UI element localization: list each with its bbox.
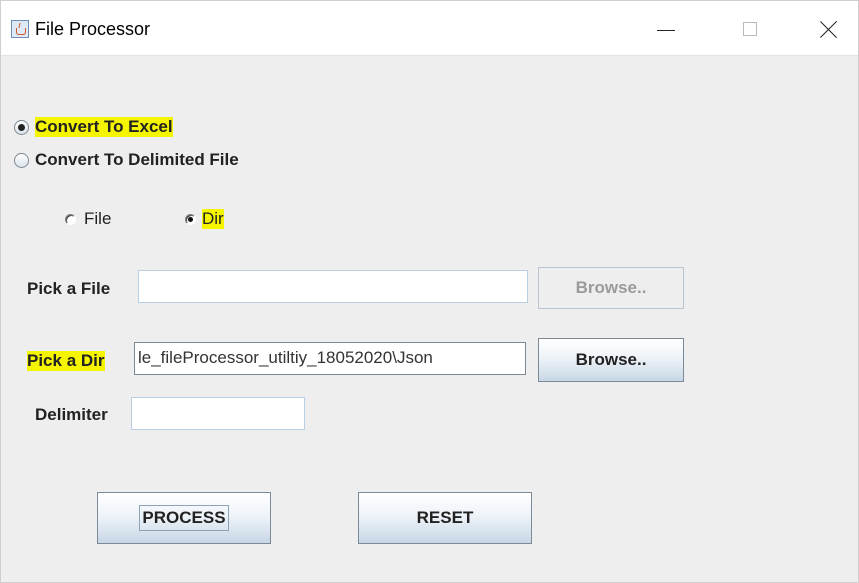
title-bar[interactable]: File Processor	[1, 1, 858, 56]
radio-dir[interactable]: Dir	[185, 209, 224, 229]
file-processor-window: File Processor Convert To Excel Convert …	[0, 0, 859, 583]
radio-convert-to-delimited[interactable]: Convert To Delimited File	[14, 150, 239, 170]
pick-file-label: Pick a File	[27, 279, 111, 298]
radio-dir-label: Dir	[202, 209, 224, 229]
close-button[interactable]	[806, 11, 852, 47]
radio-button-unchecked[interactable]	[14, 152, 29, 168]
delimiter-label: Delimiter	[35, 405, 108, 424]
window-title: File Processor	[35, 19, 151, 39]
close-icon	[820, 20, 838, 38]
maximize-icon	[743, 22, 757, 36]
radio-button-checked[interactable]	[185, 213, 196, 225]
java-cup-icon	[11, 20, 29, 38]
pick-file-input[interactable]	[138, 270, 528, 303]
radio-file[interactable]: File	[65, 209, 111, 229]
pick-dir-label: Pick a Dir	[27, 351, 105, 371]
pick-file-browse-button[interactable]: Browse..	[538, 267, 684, 309]
minimize-icon	[657, 29, 675, 31]
radio-button-checked[interactable]	[14, 119, 29, 135]
pick-dir-browse-button[interactable]: Browse..	[538, 338, 684, 382]
process-button-label: PROCESS	[139, 505, 229, 531]
radio-convert-to-excel-label: Convert To Excel	[35, 117, 173, 137]
delimiter-input[interactable]	[131, 397, 305, 430]
radio-file-label: File	[84, 209, 112, 228]
minimize-button[interactable]	[643, 11, 689, 47]
radio-convert-to-excel[interactable]: Convert To Excel	[14, 117, 173, 137]
pick-dir-input[interactable]: le_fileProcessor_utiltiy_18052020\Json	[134, 342, 526, 375]
radio-convert-to-delimited-label: Convert To Delimited File	[35, 150, 239, 169]
maximize-button[interactable]	[727, 11, 773, 47]
process-button[interactable]: PROCESS	[97, 492, 271, 544]
reset-button[interactable]: RESET	[358, 492, 532, 544]
radio-button-unchecked[interactable]	[65, 213, 76, 225]
